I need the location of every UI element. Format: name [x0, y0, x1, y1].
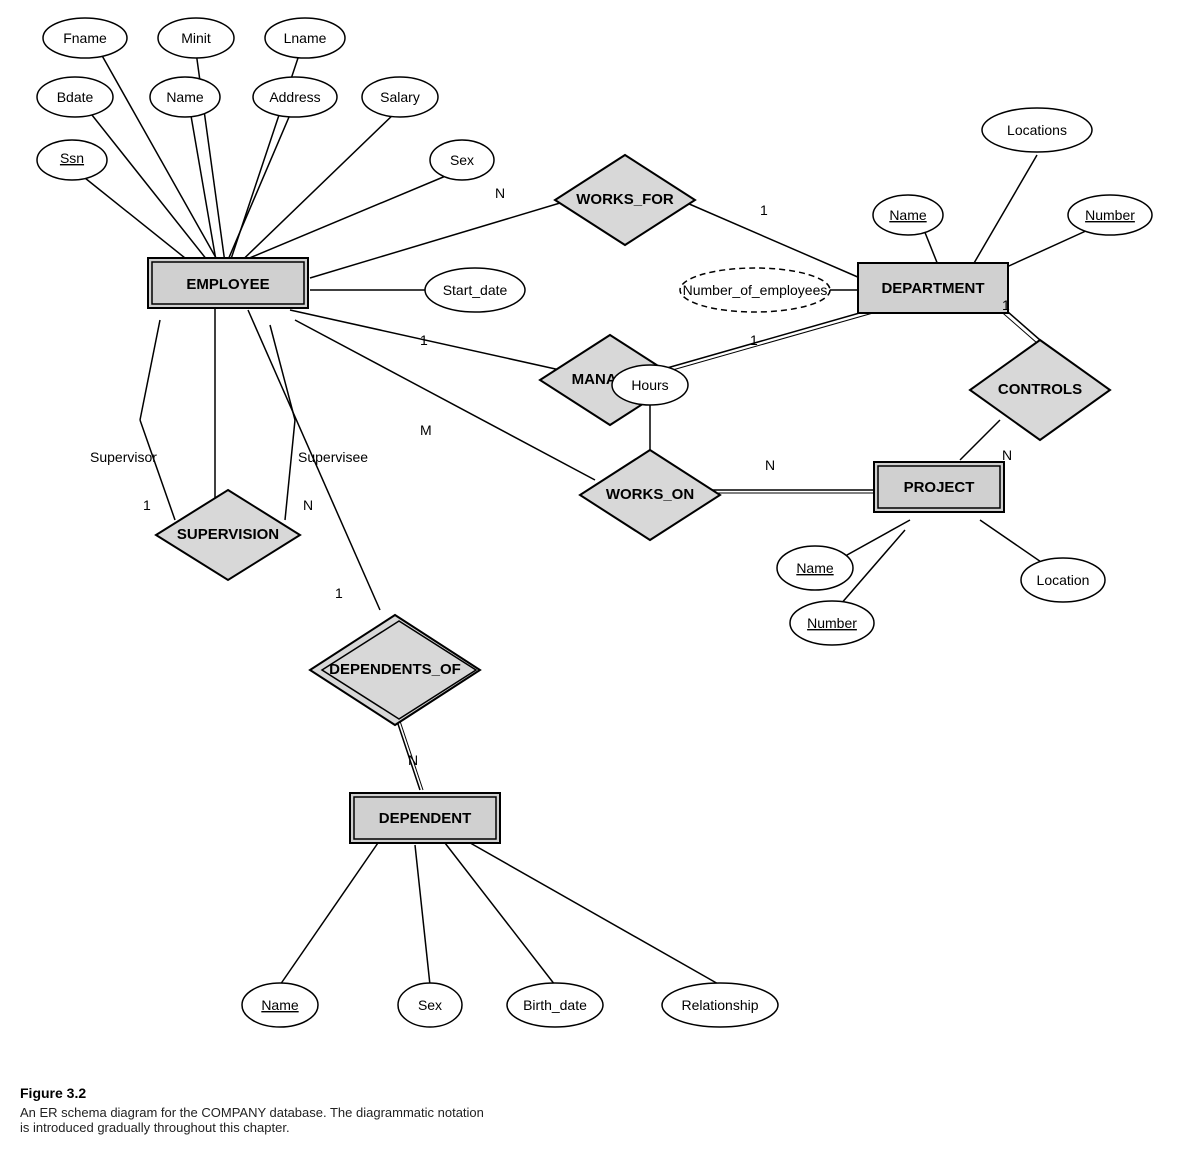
svg-text:Birth_date: Birth_date	[523, 997, 587, 1013]
dependent-entity: DEPENDENT	[379, 810, 472, 827]
cardinality-1-works-for: 1	[760, 202, 768, 218]
svg-text:Address: Address	[269, 89, 320, 105]
svg-text:Lname: Lname	[284, 30, 327, 46]
svg-text:Name: Name	[889, 207, 927, 223]
svg-text:Name: Name	[166, 89, 204, 105]
svg-text:Name: Name	[261, 997, 299, 1013]
svg-text:Number_of_employees: Number_of_employees	[683, 282, 828, 298]
caption-line1: An ER schema diagram for the COMPANY dat…	[20, 1105, 484, 1120]
svg-text:Locations: Locations	[1007, 122, 1067, 138]
svg-text:SUPERVISION: SUPERVISION	[177, 526, 279, 543]
svg-text:Ssn: Ssn	[60, 150, 84, 166]
cardinality-1-manages-dept: 1	[750, 332, 758, 348]
cardinality-1-dependents: 1	[335, 585, 343, 601]
svg-text:Minit: Minit	[181, 30, 211, 46]
supervisee-label: Supervisee	[298, 449, 368, 465]
supervisor-label: Supervisor	[90, 449, 157, 465]
svg-text:WORKS_ON: WORKS_ON	[606, 486, 694, 503]
employee-entity: EMPLOYEE	[186, 276, 269, 293]
cardinality-1-manages-emp: 1	[420, 332, 428, 348]
cardinality-1-controls: 1	[1002, 297, 1010, 313]
svg-text:Relationship: Relationship	[681, 997, 758, 1013]
svg-text:Sex: Sex	[450, 152, 474, 168]
project-entity: PROJECT	[904, 479, 975, 496]
svg-text:Salary: Salary	[380, 89, 420, 105]
cardinality-n1: N	[495, 185, 505, 201]
svg-text:WORKS_FOR: WORKS_FOR	[576, 191, 674, 208]
cardinality-n-works-on: N	[765, 457, 775, 473]
svg-text:Sex: Sex	[418, 997, 442, 1013]
cardinality-n-supervision: N	[303, 497, 313, 513]
svg-text:Start_date: Start_date	[443, 282, 508, 298]
svg-text:Hours: Hours	[631, 377, 668, 393]
cardinality-m-works-on: M	[420, 422, 432, 438]
cardinality-1-supervision: 1	[143, 497, 151, 513]
svg-text:Bdate: Bdate	[57, 89, 94, 105]
er-diagram: text { font-family: Arial, sans-serif; f…	[0, 0, 1201, 1080]
figure-caption: Figure 3.2 An ER schema diagram for the …	[20, 1085, 484, 1135]
svg-text:CONTROLS: CONTROLS	[998, 381, 1082, 398]
svg-text:Fname: Fname	[63, 30, 107, 46]
cardinality-n-dependents: N	[408, 752, 418, 768]
svg-text:Number: Number	[1085, 207, 1135, 223]
caption-line2: is introduced gradually throughout this …	[20, 1120, 484, 1135]
svg-text:Name: Name	[796, 560, 834, 576]
svg-text:DEPENDENTS_OF: DEPENDENTS_OF	[329, 661, 461, 678]
cardinality-n-controls: N	[1002, 447, 1012, 463]
svg-text:Location: Location	[1037, 572, 1090, 588]
department-entity: DEPARTMENT	[881, 280, 984, 297]
caption-title: Figure 3.2	[20, 1085, 484, 1101]
svg-text:Number: Number	[807, 615, 857, 631]
